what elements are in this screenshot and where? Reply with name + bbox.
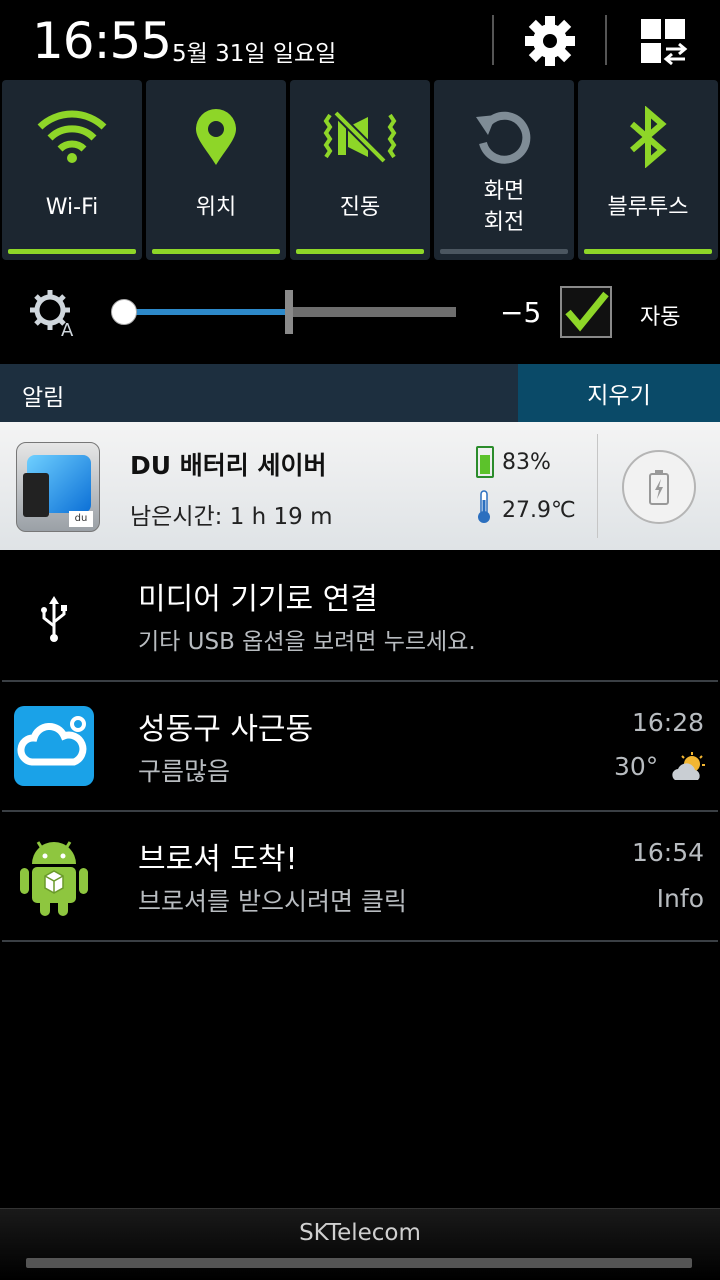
grid-swap-icon[interactable] bbox=[634, 12, 692, 70]
tile-wifi[interactable]: Wi-Fi bbox=[2, 80, 142, 260]
notification-time: 16:54 bbox=[631, 838, 704, 867]
notification-subtitle: 기타 USB 옵션을 보려면 누르세요. bbox=[138, 629, 476, 655]
tile-status-bar bbox=[296, 249, 424, 254]
divider bbox=[2, 940, 718, 942]
tile-label: 위치 bbox=[195, 194, 237, 220]
android-icon bbox=[18, 834, 90, 918]
tile-status-bar bbox=[8, 249, 136, 254]
bluetooth-icon bbox=[608, 102, 688, 172]
tile-location[interactable]: 위치 bbox=[146, 80, 286, 260]
tile-status-bar bbox=[584, 249, 712, 254]
notification-title: 미디어 기기로 연결 bbox=[138, 582, 378, 617]
carrier-bar: SKTelecom bbox=[0, 1208, 720, 1280]
brightness-slider-thumb[interactable] bbox=[111, 299, 137, 325]
wifi-icon bbox=[32, 102, 112, 172]
carrier-name: SKTelecom bbox=[299, 1220, 421, 1246]
brochure-notification[interactable]: 브로셔 도착! 브로셔를 받으시려면 클릭 16:54 Info bbox=[0, 812, 720, 940]
tile-label: Wi-Fi bbox=[45, 194, 99, 220]
weather-temperature: 30° bbox=[614, 752, 659, 781]
temperature: 27.9℃ bbox=[502, 498, 576, 523]
settings-gear-icon[interactable] bbox=[521, 12, 579, 70]
weather-notification[interactable]: 성동구 사근동 구름많음 16:28 30° bbox=[0, 682, 720, 810]
divider bbox=[597, 434, 598, 538]
notification-title: 브로셔 도착! bbox=[138, 842, 298, 877]
notification-subtitle: 구름많음 bbox=[138, 757, 231, 786]
battery-save-button[interactable] bbox=[622, 450, 696, 524]
usb-notification[interactable]: 미디어 기기로 연결 기타 USB 옵션을 보려면 누르세요. bbox=[0, 552, 720, 680]
brightness-slider-fill[interactable] bbox=[122, 309, 290, 315]
notification-title: 성동구 사근동 bbox=[138, 712, 314, 747]
rotate-icon bbox=[464, 102, 544, 172]
tile-status-bar bbox=[152, 249, 280, 254]
tile-label: 블루투스 bbox=[607, 194, 689, 220]
battery-level-icon bbox=[476, 446, 494, 478]
du-battery-notification[interactable]: du DU 배터리 세이버 남은시간: 1 h 19 m 83% 27.9℃ bbox=[0, 422, 720, 550]
notification-subtitle: 브로셔를 받으시려면 클릭 bbox=[138, 887, 407, 916]
du-battery-title: DU 배터리 세이버 bbox=[130, 451, 327, 480]
drag-handle[interactable] bbox=[26, 1258, 692, 1268]
du-battery-app-icon: du bbox=[16, 442, 100, 532]
notification-info: Info bbox=[656, 884, 704, 913]
divider bbox=[492, 15, 494, 65]
tile-rotate[interactable]: 화면 회전 bbox=[434, 80, 574, 260]
clear-button[interactable]: 지우기 bbox=[518, 364, 720, 422]
date: 5월 31일 일요일 bbox=[172, 41, 337, 67]
notifications-title: 알림 bbox=[22, 385, 65, 411]
weather-cloud-icon bbox=[14, 706, 94, 786]
auto-brightness-label: 자동 bbox=[640, 305, 681, 330]
divider bbox=[605, 15, 607, 65]
check-icon bbox=[565, 291, 609, 332]
tile-status-bar bbox=[440, 249, 568, 254]
thermometer-icon bbox=[476, 490, 492, 524]
tile-label: 화면 회전 bbox=[483, 179, 525, 235]
brightness-slider-track[interactable] bbox=[290, 307, 456, 317]
brightness-value: −5 bbox=[500, 296, 542, 329]
du-battery-remaining: 남은시간: 1 h 19 m bbox=[130, 504, 333, 530]
tile-bluetooth[interactable]: 블루투스 bbox=[578, 80, 718, 260]
vibrate-icon bbox=[320, 102, 400, 172]
svg-text:A: A bbox=[61, 320, 74, 338]
notification-time: 16:28 bbox=[631, 708, 704, 737]
clock: 16:55 bbox=[32, 12, 172, 70]
auto-brightness-checkbox[interactable] bbox=[560, 286, 612, 338]
partly-cloudy-icon bbox=[670, 752, 706, 784]
usb-icon bbox=[38, 596, 70, 644]
battery-percent: 83% bbox=[502, 450, 551, 475]
tile-label: 진동 bbox=[339, 194, 381, 220]
tile-vibrate[interactable]: 진동 bbox=[290, 80, 430, 260]
battery-charge-icon bbox=[649, 470, 669, 505]
location-pin-icon bbox=[176, 102, 256, 172]
brightness-slider-marker bbox=[285, 290, 293, 334]
auto-brightness-icon: A bbox=[30, 290, 80, 341]
